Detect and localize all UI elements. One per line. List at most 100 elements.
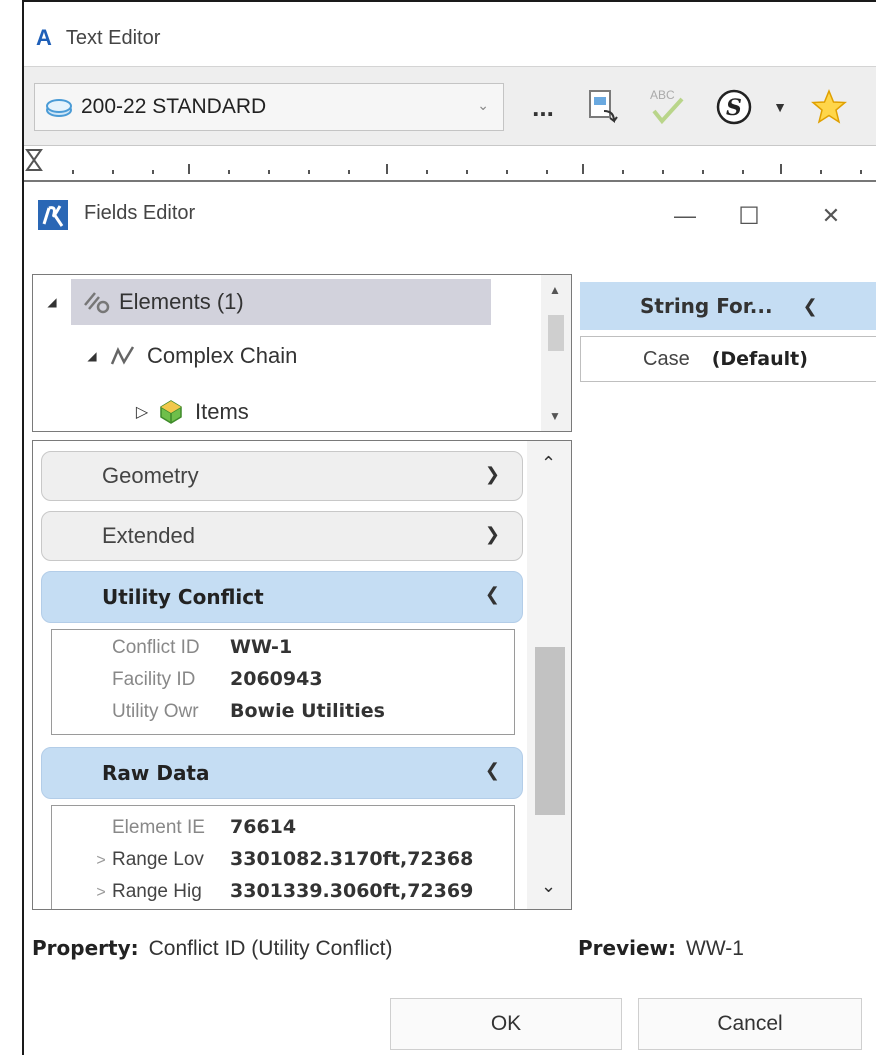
group-geometry[interactable]: Geometry ❯ [41, 451, 523, 501]
group-extended-label: Extended [102, 523, 195, 548]
chevron-down-icon: ⌄ [477, 97, 489, 113]
chevron-up-icon[interactable]: ❮ [485, 760, 500, 781]
prop-row-range-low[interactable]: > Range Lov 3301082.3170ft,72368 [96, 848, 474, 874]
scroll-down-icon[interactable]: ⌄ [541, 876, 556, 897]
chevron-down-icon[interactable]: ❯ [485, 524, 500, 545]
text-style-value: 200-22 STANDARD [81, 95, 267, 118]
symbol-icon: S [716, 89, 752, 125]
string-format-header[interactable]: String For... ❮ [580, 282, 876, 330]
scroll-up-icon[interactable]: ⌃ [541, 453, 556, 474]
groups-scrollbar[interactable]: ⌃ ⌄ [527, 441, 571, 909]
favorite-button[interactable] [804, 85, 854, 129]
collapse-triangle-icon[interactable]: ◢ [75, 349, 109, 363]
insert-field-icon [589, 90, 618, 124]
property-label: Property: [32, 936, 139, 960]
prop-value: 76614 [230, 816, 297, 838]
items-icon [160, 400, 182, 424]
group-raw-data-label: Raw Data [102, 761, 210, 785]
text-style-dropdown[interactable]: 200-22 STANDARD ⌄ [34, 83, 504, 131]
prop-value: 2060943 [230, 668, 323, 690]
prop-key: Range Lov [112, 849, 204, 870]
spell-check-icon: ABC [650, 88, 684, 125]
svg-text:ABC: ABC [650, 88, 675, 102]
collapse-triangle-icon[interactable]: ◢ [33, 295, 71, 309]
fields-editor-title-bar: Fields Editor — ☐ ✕ [24, 190, 876, 242]
tab-stop-icon [25, 149, 43, 171]
expand-triangle-icon[interactable]: ▷ [125, 402, 159, 422]
prop-row-element-id[interactable]: Element IE 76614 [112, 816, 296, 842]
tree-item-label: Elements (1) [119, 289, 244, 314]
prop-value: Bowie Utilities [230, 700, 385, 722]
group-geometry-label: Geometry [102, 463, 199, 488]
property-groups-panel: Geometry ❯ Extended ❯ Utility Conflict ❮… [32, 440, 572, 910]
group-utility-conflict-label: Utility Conflict [102, 585, 264, 609]
chevron-up-icon[interactable]: ❮ [803, 296, 818, 317]
expand-arrow-icon[interactable]: > [90, 852, 112, 870]
text-editor-toolbar: 200-22 STANDARD ⌄ ... ABC S ▼ [24, 66, 876, 146]
preview-status: Preview: WW-1 [578, 936, 744, 961]
prop-key: Utility Owr [112, 701, 199, 722]
text-editor-icon: A [36, 25, 52, 50]
raw-data-properties: Element IE 76614 > Range Lov 3301082.317… [51, 805, 515, 909]
prop-value: 3301339.3060ft,72369 [230, 880, 474, 902]
minimize-button[interactable]: — [660, 190, 710, 242]
utility-conflict-properties: Conflict ID WW-1 Facility ID 2060943 Uti… [51, 629, 515, 735]
group-utility-conflict[interactable]: Utility Conflict ❮ [41, 571, 523, 623]
property-value: Conflict ID (Utility Conflict) [148, 937, 393, 960]
svg-text:S: S [726, 95, 742, 121]
text-editor-window: A Text Editor 200-22 STANDARD ⌄ ... ABC [22, 0, 876, 1055]
case-property-row[interactable]: Case (Default) [580, 336, 876, 382]
case-value[interactable]: (Default) [712, 348, 808, 370]
star-icon [811, 89, 847, 124]
maximize-button[interactable]: ☐ [724, 190, 774, 242]
text-editor-title-bar: A Text Editor [36, 20, 160, 56]
tree-item-elements[interactable]: ◢ Elements (1) [33, 279, 543, 325]
preview-value: WW-1 [686, 937, 744, 960]
prop-key: Element IE [112, 817, 205, 838]
tree-item-label: Items [195, 399, 249, 424]
prop-row-range-high[interactable]: > Range Hig 3301339.3060ft,72369 [96, 880, 474, 906]
string-format-label: String For... [640, 294, 773, 318]
tree-item-label: Complex Chain [147, 343, 298, 368]
prop-key: Facility ID [112, 669, 196, 690]
tree-item-items[interactable]: ▷ Items [125, 389, 249, 431]
tree-item-complex-chain[interactable]: ◢ Complex Chain [75, 333, 297, 379]
tree-scroll-thumb[interactable] [548, 315, 564, 351]
chevron-up-icon[interactable]: ❮ [485, 584, 500, 605]
group-raw-data[interactable]: Raw Data ❮ [41, 747, 523, 799]
prop-value: WW-1 [230, 636, 293, 658]
expand-arrow-icon[interactable]: > [90, 884, 112, 902]
scroll-up-icon[interactable]: ▲ [549, 283, 561, 297]
groups-scroll-thumb[interactable] [535, 647, 565, 815]
prop-row-conflict-id[interactable]: Conflict ID WW-1 [112, 636, 292, 662]
fields-editor-logo-icon [38, 200, 68, 230]
scroll-down-icon[interactable]: ▼ [549, 409, 561, 423]
spell-check-button[interactable]: ABC [644, 85, 692, 129]
ruler[interactable] [24, 148, 876, 182]
cancel-button[interactable]: Cancel [638, 998, 862, 1050]
elements-icon [84, 292, 110, 314]
prop-value: 3301082.3170ft,72368 [230, 848, 474, 870]
case-label: Case [643, 347, 690, 370]
more-button[interactable]: ... [518, 85, 568, 129]
element-tree: ◢ Elements (1) ◢ Complex Chain ▷ Items ▲… [32, 274, 572, 432]
prop-row-facility-id[interactable]: Facility ID 2060943 [112, 668, 323, 694]
text-editor-title: Text Editor [65, 26, 161, 49]
prop-row-utility-owner[interactable]: Utility Owr Bowie Utilities [112, 700, 385, 726]
group-extended[interactable]: Extended ❯ [41, 511, 523, 561]
tree-scrollbar[interactable]: ▲ ▼ [541, 275, 571, 431]
property-status: Property: Conflict ID (Utility Conflict) [32, 936, 392, 961]
insert-field-button[interactable] [580, 85, 626, 129]
ok-button[interactable]: OK [390, 998, 622, 1050]
text-style-icon [46, 99, 72, 117]
fields-editor-title: Fields Editor [84, 202, 196, 224]
complex-chain-icon [110, 346, 135, 365]
symbol-dropdown-chevron-icon[interactable]: ▼ [768, 85, 792, 129]
prop-key: Range Hig [112, 881, 202, 902]
close-button[interactable]: ✕ [806, 190, 856, 242]
prop-key: Conflict ID [112, 637, 200, 658]
preview-label: Preview: [578, 936, 677, 960]
tree-item-elements-selected[interactable]: Elements (1) [71, 279, 491, 325]
chevron-down-icon[interactable]: ❯ [485, 464, 500, 485]
symbol-button[interactable]: S [704, 85, 764, 129]
